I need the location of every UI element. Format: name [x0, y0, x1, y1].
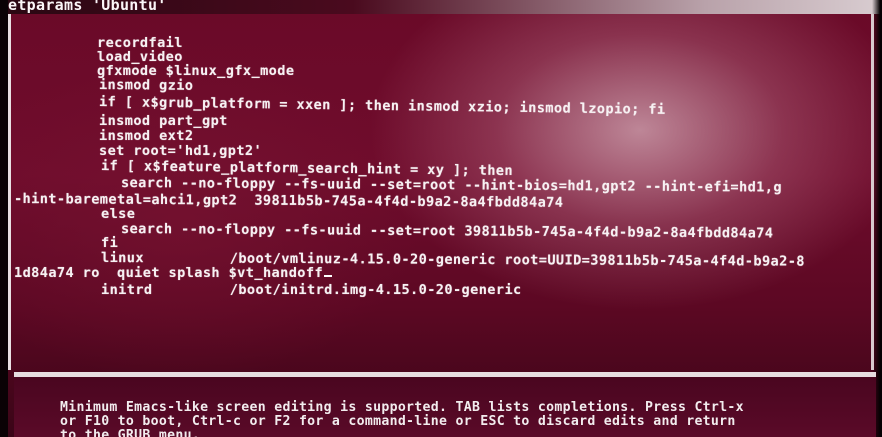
- editor-line[interactable]: load_video: [97, 50, 183, 64]
- editor-line[interactable]: search --no-floppy --fs-uuid --set=root …: [121, 221, 774, 242]
- editor-line-text: 1d84a74 ro quiet splash $vt_handoff: [14, 265, 324, 281]
- editor-line[interactable]: recordfail: [97, 36, 183, 50]
- editor-line-with-cursor[interactable]: 1d84a74 ro quiet splash $vt_handoff: [14, 265, 333, 281]
- grub-editor-text-area[interactable]: etparams 'Ubuntu' recordfail load_video …: [0, 0, 882, 370]
- editor-line[interactable]: insmod gzio: [99, 77, 194, 94]
- help-text-line: to the GRUB menu.: [60, 428, 201, 437]
- editor-line[interactable]: insmod ext2: [99, 129, 193, 143]
- editor-line[interactable]: fi: [101, 236, 118, 250]
- editor-line[interactable]: else: [101, 207, 135, 221]
- editor-line[interactable]: gfxmode $linux_gfx_mode: [97, 64, 294, 78]
- help-text-line: Minimum Emacs-like screen editing is sup…: [60, 400, 744, 415]
- help-text-line: or F10 to boot, Ctrl-c or F2 for a comma…: [60, 414, 736, 429]
- text-cursor: [324, 275, 333, 277]
- grub-edit-screen: etparams 'Ubuntu' recordfail load_video …: [0, 0, 882, 437]
- editor-line[interactable]: initrd /boot/initrd.img-4.15.0-20-generi…: [101, 283, 522, 297]
- editor-line[interactable]: -hint-baremetal=ahci1,gpt2 39811b5b-745a…: [14, 191, 563, 211]
- editor-line[interactable]: insmod part_gpt: [99, 114, 228, 128]
- editor-line[interactable]: set root='hd1,gpt2': [99, 144, 262, 158]
- help-panel: Minimum Emacs-like screen editing is sup…: [14, 377, 876, 437]
- menuentry-title-line: etparams 'Ubuntu': [8, 0, 167, 14]
